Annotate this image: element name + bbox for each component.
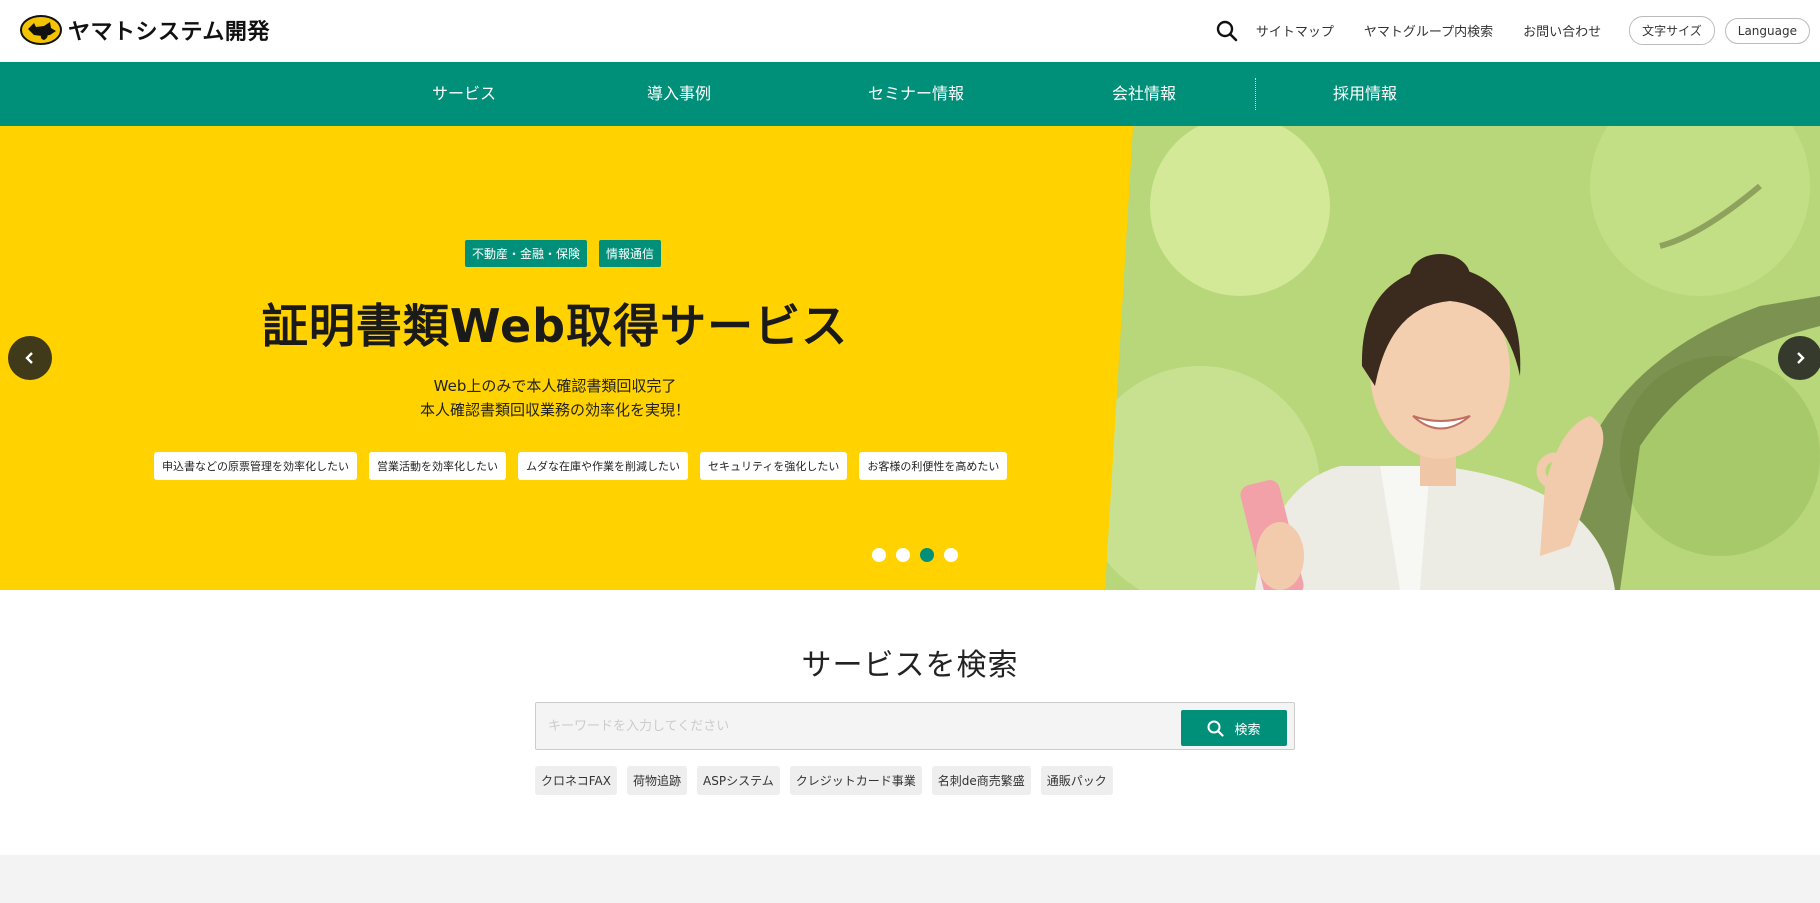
search-button-label: 検索: [1234, 722, 1261, 738]
carousel-prev-button[interactable]: [8, 336, 52, 380]
search-icon: [1207, 720, 1225, 737]
carousel-dot-3[interactable]: [920, 548, 934, 562]
sitemap-link[interactable]: サイトマップ: [1256, 21, 1334, 40]
issue-chip[interactable]: ムダな在庫や作業を削減したい: [518, 452, 688, 480]
issue-chip[interactable]: セキュリティを強化したい: [700, 452, 848, 480]
keyword-chip[interactable]: クレジットカード事業: [789, 766, 922, 795]
hero-title[interactable]: 証明書類Web取得サービス: [0, 290, 1110, 356]
nav-item-services[interactable]: サービス: [432, 62, 496, 126]
font-size-button[interactable]: 文字サイズ: [1629, 16, 1715, 45]
carousel-dot-4[interactable]: [944, 548, 958, 562]
issue-chips: 申込書などの原票管理を効率化したい 営業活動を効率化したい ムダな在庫や作業を削…: [154, 452, 1008, 480]
hero-subtitle-line: Web上のみで本人確認書類回収完了: [433, 377, 677, 395]
carousel-dots: [872, 548, 958, 562]
carousel-dot-1[interactable]: [872, 548, 886, 562]
keyword-chip[interactable]: ASPシステム: [697, 766, 780, 795]
kuroneko-logo-icon: [20, 15, 62, 45]
search-input[interactable]: [548, 703, 1168, 749]
hero-subtitle: Web上のみで本人確認書類回収完了 本人確認書類回収業務の効率化を実現！: [0, 374, 1110, 422]
search-icon[interactable]: [1216, 20, 1238, 42]
popular-keywords: クロネコFAX 荷物追跡 ASPシステム クレジットカード事業 名刺de商売繁盛…: [535, 766, 1113, 795]
global-nav: サービス 導入事例 セミナー情報 会社情報 採用情報: [0, 62, 1820, 126]
nav-divider: [1255, 78, 1256, 110]
issue-chip[interactable]: 営業活動を効率化したい: [369, 452, 506, 480]
nav-item-case-studies[interactable]: 導入事例: [647, 62, 711, 126]
site-header: ヤマトシステム開発 サイトマップ ヤマトグループ内検索 お問い合わせ 文字サイズ…: [0, 0, 1820, 62]
hero-subtitle-line: 本人確認書類回収業務の効率化を実現！: [419, 401, 690, 419]
logo-text: ヤマトシステム開発: [68, 20, 270, 45]
issue-chip[interactable]: 申込書などの原票管理を効率化したい: [154, 452, 357, 480]
carousel-next-button[interactable]: [1778, 336, 1820, 380]
chevron-right-icon: [1797, 352, 1805, 364]
nav-item-recruit[interactable]: 採用情報: [1333, 62, 1397, 126]
keyword-chip[interactable]: 荷物追跡: [627, 766, 688, 795]
nav-item-company[interactable]: 会社情報: [1112, 62, 1176, 126]
keyword-chip[interactable]: 名刺de商売繁盛: [931, 766, 1031, 795]
keyword-chip[interactable]: 通販パック: [1040, 766, 1113, 795]
carousel-dot-2[interactable]: [896, 548, 910, 562]
hero-carousel: 不動産・金融・保険 情報通信 証明書類Web取得サービス Web上のみで本人確認…: [0, 126, 1820, 590]
group-search-link[interactable]: ヤマトグループ内検索: [1364, 21, 1493, 40]
issue-chip[interactable]: お客様の利便性を高めたい: [859, 452, 1008, 480]
nav-item-seminars[interactable]: セミナー情報: [868, 62, 964, 126]
keyword-chip[interactable]: クロネコFAX: [535, 766, 617, 795]
contact-link[interactable]: お問い合わせ: [1523, 21, 1601, 40]
service-search-box: 検索: [535, 702, 1295, 750]
language-button[interactable]: Language: [1724, 17, 1810, 44]
search-button[interactable]: 検索: [1181, 710, 1287, 746]
section-divider-band: [0, 855, 1820, 903]
chevron-left-icon: [25, 352, 33, 364]
logo[interactable]: ヤマトシステム開発: [20, 14, 270, 46]
category-tag[interactable]: 不動産・金融・保険: [465, 240, 588, 267]
category-tags: 不動産・金融・保険 情報通信: [465, 240, 662, 267]
service-search-title: サービスを検索: [801, 648, 1019, 683]
hero-content: 不動産・金融・保険 情報通信 証明書類Web取得サービス Web上のみで本人確認…: [0, 126, 1110, 590]
utility-nav: サイトマップ ヤマトグループ内検索 お問い合わせ 文字サイズ Language: [1216, 16, 1810, 45]
category-tag[interactable]: 情報通信: [599, 240, 662, 267]
